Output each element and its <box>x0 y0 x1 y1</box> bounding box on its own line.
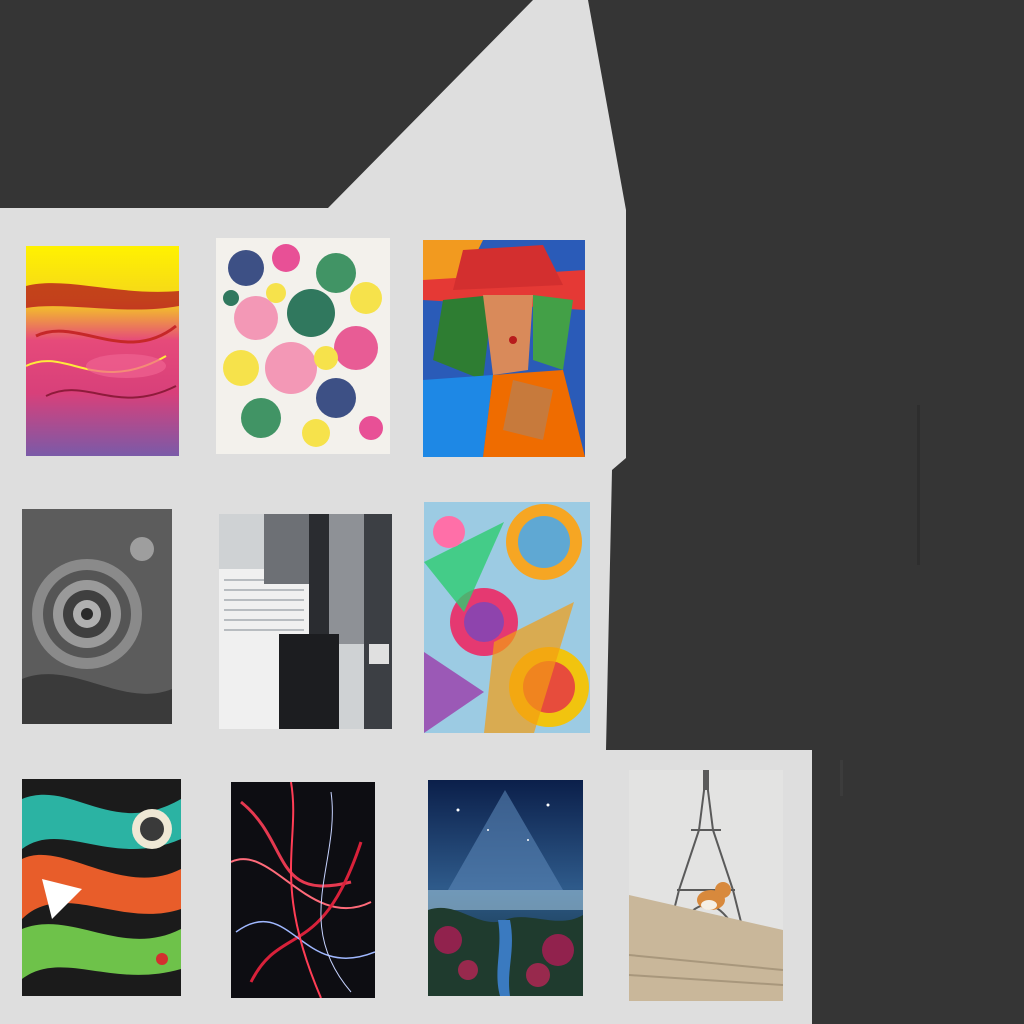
splatter-painting-icon <box>216 238 390 454</box>
artwork-tile-grayscale-spiral[interactable] <box>22 509 172 724</box>
artwork-tile-geometric-circles[interactable] <box>424 502 590 733</box>
artwork-tile-graffiti-swirl[interactable] <box>22 779 181 996</box>
artwork-tile-eiffel-tower-cat[interactable] <box>629 770 783 1001</box>
geometric-circles-painting-icon <box>424 502 590 733</box>
artwork-tile-splatter[interactable] <box>216 238 390 454</box>
artwork-tile-skyscrapers[interactable] <box>219 514 392 729</box>
artwork-tile-red-light-trails[interactable] <box>231 782 375 998</box>
artwork-tile-abstract-pink-yellow[interactable] <box>26 246 179 456</box>
eiffel-tower-cat-photo-icon <box>629 770 783 1001</box>
artwork-tile-cubist-woman[interactable] <box>423 240 585 457</box>
graffiti-swirl-painting-icon <box>22 779 181 996</box>
abstract-pink-yellow-painting-icon <box>26 246 179 456</box>
artwork-tile-night-sky-landscape[interactable] <box>428 780 583 996</box>
cubist-woman-hat-painting-icon <box>423 240 585 457</box>
grayscale-spiral-photo-icon <box>22 509 172 724</box>
red-light-trails-photo-icon <box>231 782 375 998</box>
night-sky-landscape-painting-icon <box>428 780 583 996</box>
skyscrapers-photo-icon <box>219 514 392 729</box>
